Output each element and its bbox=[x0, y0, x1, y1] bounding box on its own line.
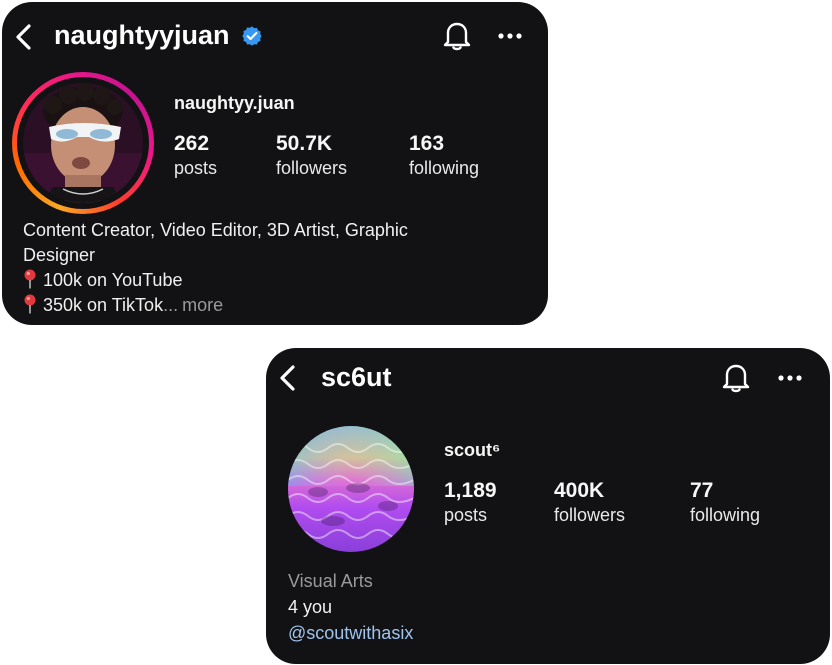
pushpin-icon bbox=[24, 294, 36, 314]
profile-username: naughtyyjuan bbox=[54, 20, 230, 50]
story-ring[interactable] bbox=[12, 72, 154, 214]
more-horizontal-icon bbox=[498, 33, 522, 39]
stat-followers-value: 50.7K bbox=[276, 132, 333, 155]
stat-followers[interactable]: 400K followers bbox=[554, 479, 625, 527]
profile-card-sc6ut: sc6ut scout⁶ 1,189 posts 400K followers … bbox=[266, 348, 830, 664]
display-name: naughtyy.juan bbox=[174, 93, 295, 113]
stat-followers[interactable]: 50.7K followers bbox=[276, 132, 347, 180]
stat-following-label: following bbox=[409, 158, 480, 178]
notifications-button[interactable] bbox=[721, 361, 751, 393]
stat-posts-label: posts bbox=[174, 158, 218, 178]
display-name: scout⁶ bbox=[444, 440, 501, 460]
stat-followers-value: 400K bbox=[554, 479, 605, 502]
back-button[interactable] bbox=[10, 22, 40, 52]
bio-mention-link[interactable]: @scoutwithasix bbox=[288, 620, 413, 646]
back-chevron-icon bbox=[16, 24, 31, 50]
bio: Visual Arts 4 you @scoutwithasix bbox=[288, 568, 413, 646]
stat-following[interactable]: 77 following bbox=[690, 479, 760, 527]
bio-category: Visual Arts bbox=[288, 571, 373, 591]
stat-posts-value: 1,189 bbox=[444, 479, 497, 502]
bell-icon bbox=[722, 364, 750, 393]
bio-tiktok-text: 350k on TikTok bbox=[43, 295, 164, 315]
bio-youtube-text: 100k on YouTube bbox=[43, 270, 183, 290]
bio-more-link[interactable]: more bbox=[182, 295, 223, 315]
bio-line: Content Creator, Video Editor, 3D Artist… bbox=[23, 220, 408, 240]
bio: Content Creator, Video Editor, 3D Artist… bbox=[23, 218, 408, 318]
bio-line: 350k on TikTok... more bbox=[23, 293, 408, 318]
stat-posts-label: posts bbox=[444, 505, 488, 525]
avatar[interactable] bbox=[288, 426, 414, 552]
bio-line: Designer bbox=[23, 245, 96, 265]
back-button[interactable] bbox=[274, 363, 304, 393]
avatar[interactable] bbox=[23, 83, 143, 203]
stat-following-value: 77 bbox=[690, 479, 714, 502]
stat-following-label: following bbox=[690, 505, 761, 525]
bio-line: 100k on YouTube bbox=[23, 268, 408, 293]
back-chevron-icon bbox=[280, 365, 295, 391]
stat-posts[interactable]: 262 posts bbox=[174, 132, 217, 180]
avatar-photo bbox=[23, 83, 143, 203]
stat-followers-label: followers bbox=[554, 505, 626, 525]
stat-followers-label: followers bbox=[276, 158, 348, 178]
stat-posts-value: 262 bbox=[174, 132, 210, 155]
bio-line: 4 you bbox=[288, 597, 333, 617]
bio-ellipsis: ... bbox=[163, 295, 179, 315]
more-options-button[interactable] bbox=[497, 32, 523, 40]
stat-posts[interactable]: 1,189 posts bbox=[444, 479, 497, 527]
avatar-holographic-photo bbox=[288, 426, 414, 552]
verified-badge-icon bbox=[241, 25, 263, 47]
profile-card-naughtyyjuan: naughtyyjuan naughtyy.juan 262 posts 50.… bbox=[2, 2, 548, 325]
more-options-button[interactable] bbox=[777, 374, 803, 382]
stat-following-value: 163 bbox=[409, 132, 445, 155]
more-horizontal-icon bbox=[778, 375, 802, 381]
bell-icon bbox=[443, 22, 471, 51]
pushpin-icon bbox=[24, 269, 36, 289]
stat-following[interactable]: 163 following bbox=[409, 132, 479, 180]
notifications-button[interactable] bbox=[442, 19, 472, 51]
profile-username: sc6ut bbox=[321, 362, 392, 392]
